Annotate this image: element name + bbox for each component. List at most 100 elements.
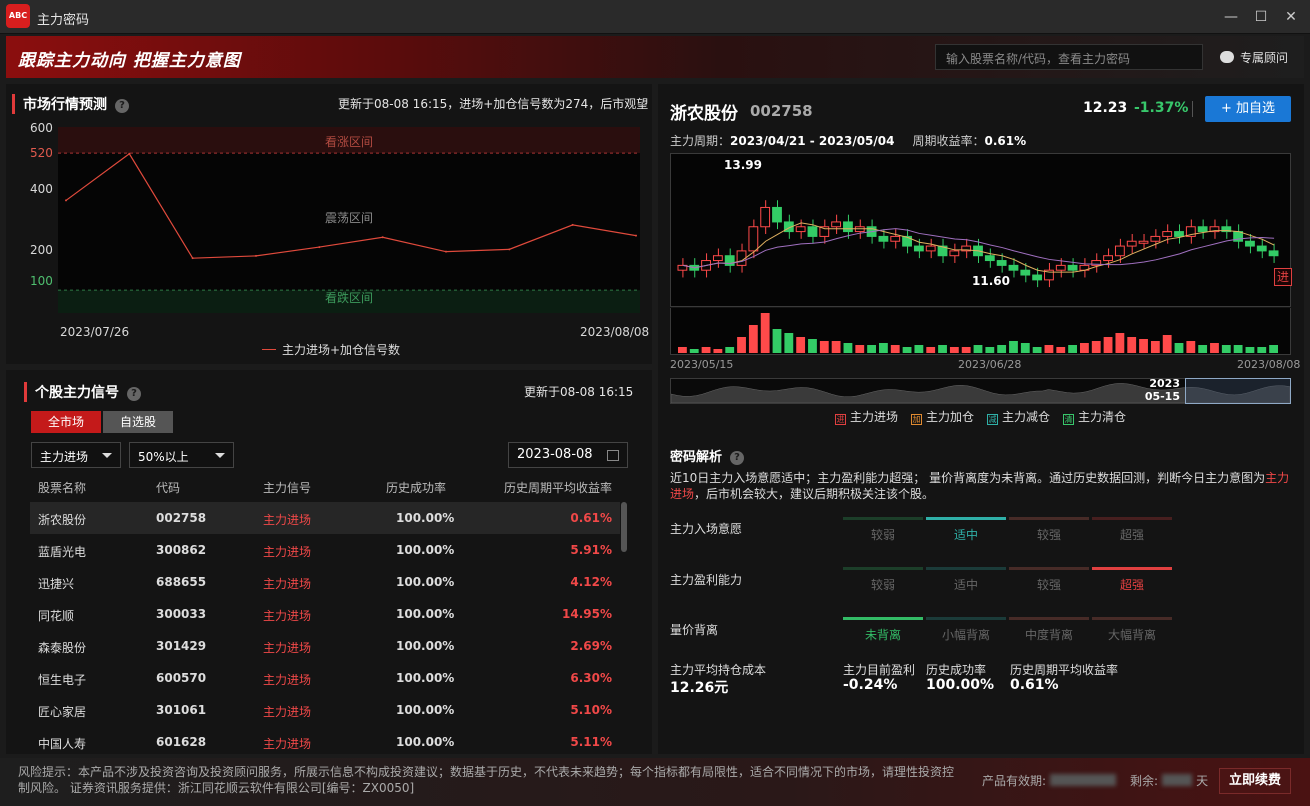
cell-rate: 100.00% xyxy=(396,607,455,621)
market-legend: 主力进场+加仓信号数 xyxy=(262,341,400,358)
data-point-4 xyxy=(318,246,321,249)
legend-marker: 减 xyxy=(987,414,998,425)
candle-body-50 xyxy=(1268,250,1279,257)
metric-level: 适中 xyxy=(926,567,1006,593)
col-avg-return[interactable]: 历史周期平均收益率 xyxy=(504,479,612,496)
entry-marker[interactable]: 进 xyxy=(1274,268,1292,286)
date-input[interactable]: 2023-08-08 xyxy=(508,442,628,468)
advisor-label: 专属顾问 xyxy=(1240,51,1289,65)
navigator-window[interactable] xyxy=(1185,378,1291,404)
analysis-title: 密码解析? xyxy=(670,446,745,465)
high-price-label: 13.99 xyxy=(724,158,762,172)
volume-bar-17 xyxy=(879,343,888,353)
volume-bar-42 xyxy=(1174,343,1184,353)
stat-value: 100.00% xyxy=(926,677,995,693)
tab-all-market[interactable]: 全市场 xyxy=(31,411,101,433)
table-scrollbar[interactable] xyxy=(621,502,627,552)
metric-level: 超强 xyxy=(1092,517,1172,543)
table-row[interactable]: 蓝盾光电 300862 主力进场 100.00% 5.91% xyxy=(30,534,620,566)
col-signal[interactable]: 主力信号 xyxy=(263,479,311,496)
data-point-9 xyxy=(635,234,637,237)
volume-bar-18 xyxy=(890,345,900,353)
table-row[interactable]: 同花顺 300033 主力进场 100.00% 14.95% xyxy=(30,598,620,630)
legend-marker: 加 xyxy=(911,414,922,425)
close-icon[interactable]: ✕ xyxy=(1280,6,1302,28)
maximize-icon[interactable]: ☐ xyxy=(1250,6,1272,28)
minimize-icon[interactable]: — xyxy=(1220,6,1242,28)
volume-bar-2 xyxy=(701,347,711,353)
expire-info: 产品有效期: 剩余: 天 xyxy=(982,774,1209,788)
xtick-start: 2023/07/26 xyxy=(60,325,130,339)
period-info: 主力周期：2023/04/21 - 2023/05/04 周期收益率：0.61% xyxy=(670,134,1027,148)
volume-bar-4 xyxy=(725,347,735,353)
candle-body-19 xyxy=(902,235,912,247)
metric-level: 未背离 xyxy=(843,617,923,643)
table-row[interactable]: 匠心家居 301061 主力进场 100.00% 5.10% xyxy=(30,694,620,726)
table-row[interactable]: 中国人寿 601628 主力进场 100.00% 5.11% xyxy=(30,726,620,758)
tab-watchlist[interactable]: 自选股 xyxy=(103,411,173,433)
help-icon[interactable]: ? xyxy=(730,451,745,465)
help-icon[interactable]: ? xyxy=(115,99,129,113)
level-bar xyxy=(926,517,1006,520)
cell-code: 301061 xyxy=(156,703,207,717)
col-name[interactable]: 股票名称 xyxy=(38,479,86,496)
cell-rate: 100.00% xyxy=(396,671,455,685)
cell-name: 同花顺 xyxy=(38,609,75,623)
chevron-down-icon xyxy=(102,453,112,458)
cell-ret: 6.30% xyxy=(570,671,612,685)
table-row[interactable]: 恒生电子 600570 主力进场 100.00% 6.30% xyxy=(30,662,620,694)
signal-type-select[interactable]: 主力进场 xyxy=(31,442,121,468)
cell-rate: 100.00% xyxy=(396,575,455,589)
legend-label: 主力清仓 xyxy=(1078,410,1127,424)
table-row[interactable]: 迅捷兴 688655 主力进场 100.00% 4.12% xyxy=(30,566,620,598)
volume-bar-43 xyxy=(1186,341,1196,353)
cell-rate: 100.00% xyxy=(396,543,455,557)
legend-item: 清主力清仓 xyxy=(1063,408,1126,425)
app-logo-icon: ABC xyxy=(6,4,30,28)
legend-item: 进主力进场 xyxy=(835,408,898,425)
volume-bar-47 xyxy=(1233,345,1243,353)
ytick-200: 200 xyxy=(30,243,53,257)
table-row[interactable]: 浙农股份 002758 主力进场 100.00% 0.61% xyxy=(30,502,620,534)
cell-signal: 主力进场 xyxy=(263,673,312,687)
candle-body-36 xyxy=(1103,255,1113,262)
bull-zone-label: 看涨区间 xyxy=(325,135,374,149)
window-title: 主力密码 xyxy=(37,13,90,28)
metric-level: 小幅背离 xyxy=(926,617,1006,643)
cell-signal: 主力进场 xyxy=(263,705,312,719)
ytick-100: 100 xyxy=(30,274,53,288)
volume-bar-21 xyxy=(926,347,936,353)
legend-marker: 进 xyxy=(835,414,846,425)
candle-body-17 xyxy=(878,235,889,242)
table-row[interactable]: 森泰股份 301429 主力进场 100.00% 2.69% xyxy=(30,630,620,662)
candle-body-27 xyxy=(996,260,1007,266)
cell-name: 匠心家居 xyxy=(38,705,87,719)
cell-code: 300033 xyxy=(156,607,207,621)
success-rate-select[interactable]: 50%以上 xyxy=(129,442,234,468)
chevron-down-icon xyxy=(215,453,225,458)
stock-search-input[interactable]: 输入股票名称/代码，查看主力密码 xyxy=(935,44,1203,70)
advisor-button[interactable]: 专属顾问 xyxy=(1220,49,1288,66)
navigator-date: 05-15 xyxy=(1144,390,1180,403)
calendar-icon[interactable] xyxy=(607,450,619,461)
col-success-rate[interactable]: 历史成功率 xyxy=(386,479,446,496)
col-code[interactable]: 代码 xyxy=(156,479,180,496)
stock-code: 002758 xyxy=(750,102,813,120)
volume-bar-14 xyxy=(843,343,853,353)
volume-bar-37 xyxy=(1115,333,1125,353)
neutral-zone-label: 震荡区间 xyxy=(325,211,374,225)
level-bar xyxy=(926,567,1006,570)
signals-title: 个股主力信号? xyxy=(24,382,141,402)
volume-bar-44 xyxy=(1198,345,1208,353)
volume-bar-25 xyxy=(973,345,983,353)
level-label: 大幅背离 xyxy=(1107,628,1156,642)
renew-button[interactable]: 立即续费 xyxy=(1219,768,1291,794)
volume-bar-29 xyxy=(1020,343,1030,353)
legend-label: 主力进场 xyxy=(850,410,899,424)
cell-signal: 主力进场 xyxy=(263,737,312,751)
legend-label: 主力加仓 xyxy=(926,410,975,424)
cell-code: 688655 xyxy=(156,575,207,589)
title-bar: ABC 主力密码 — ☐ ✕ xyxy=(0,0,1310,34)
help-icon[interactable]: ? xyxy=(127,387,141,401)
add-watchlist-button[interactable]: + 加自选 xyxy=(1205,96,1291,122)
